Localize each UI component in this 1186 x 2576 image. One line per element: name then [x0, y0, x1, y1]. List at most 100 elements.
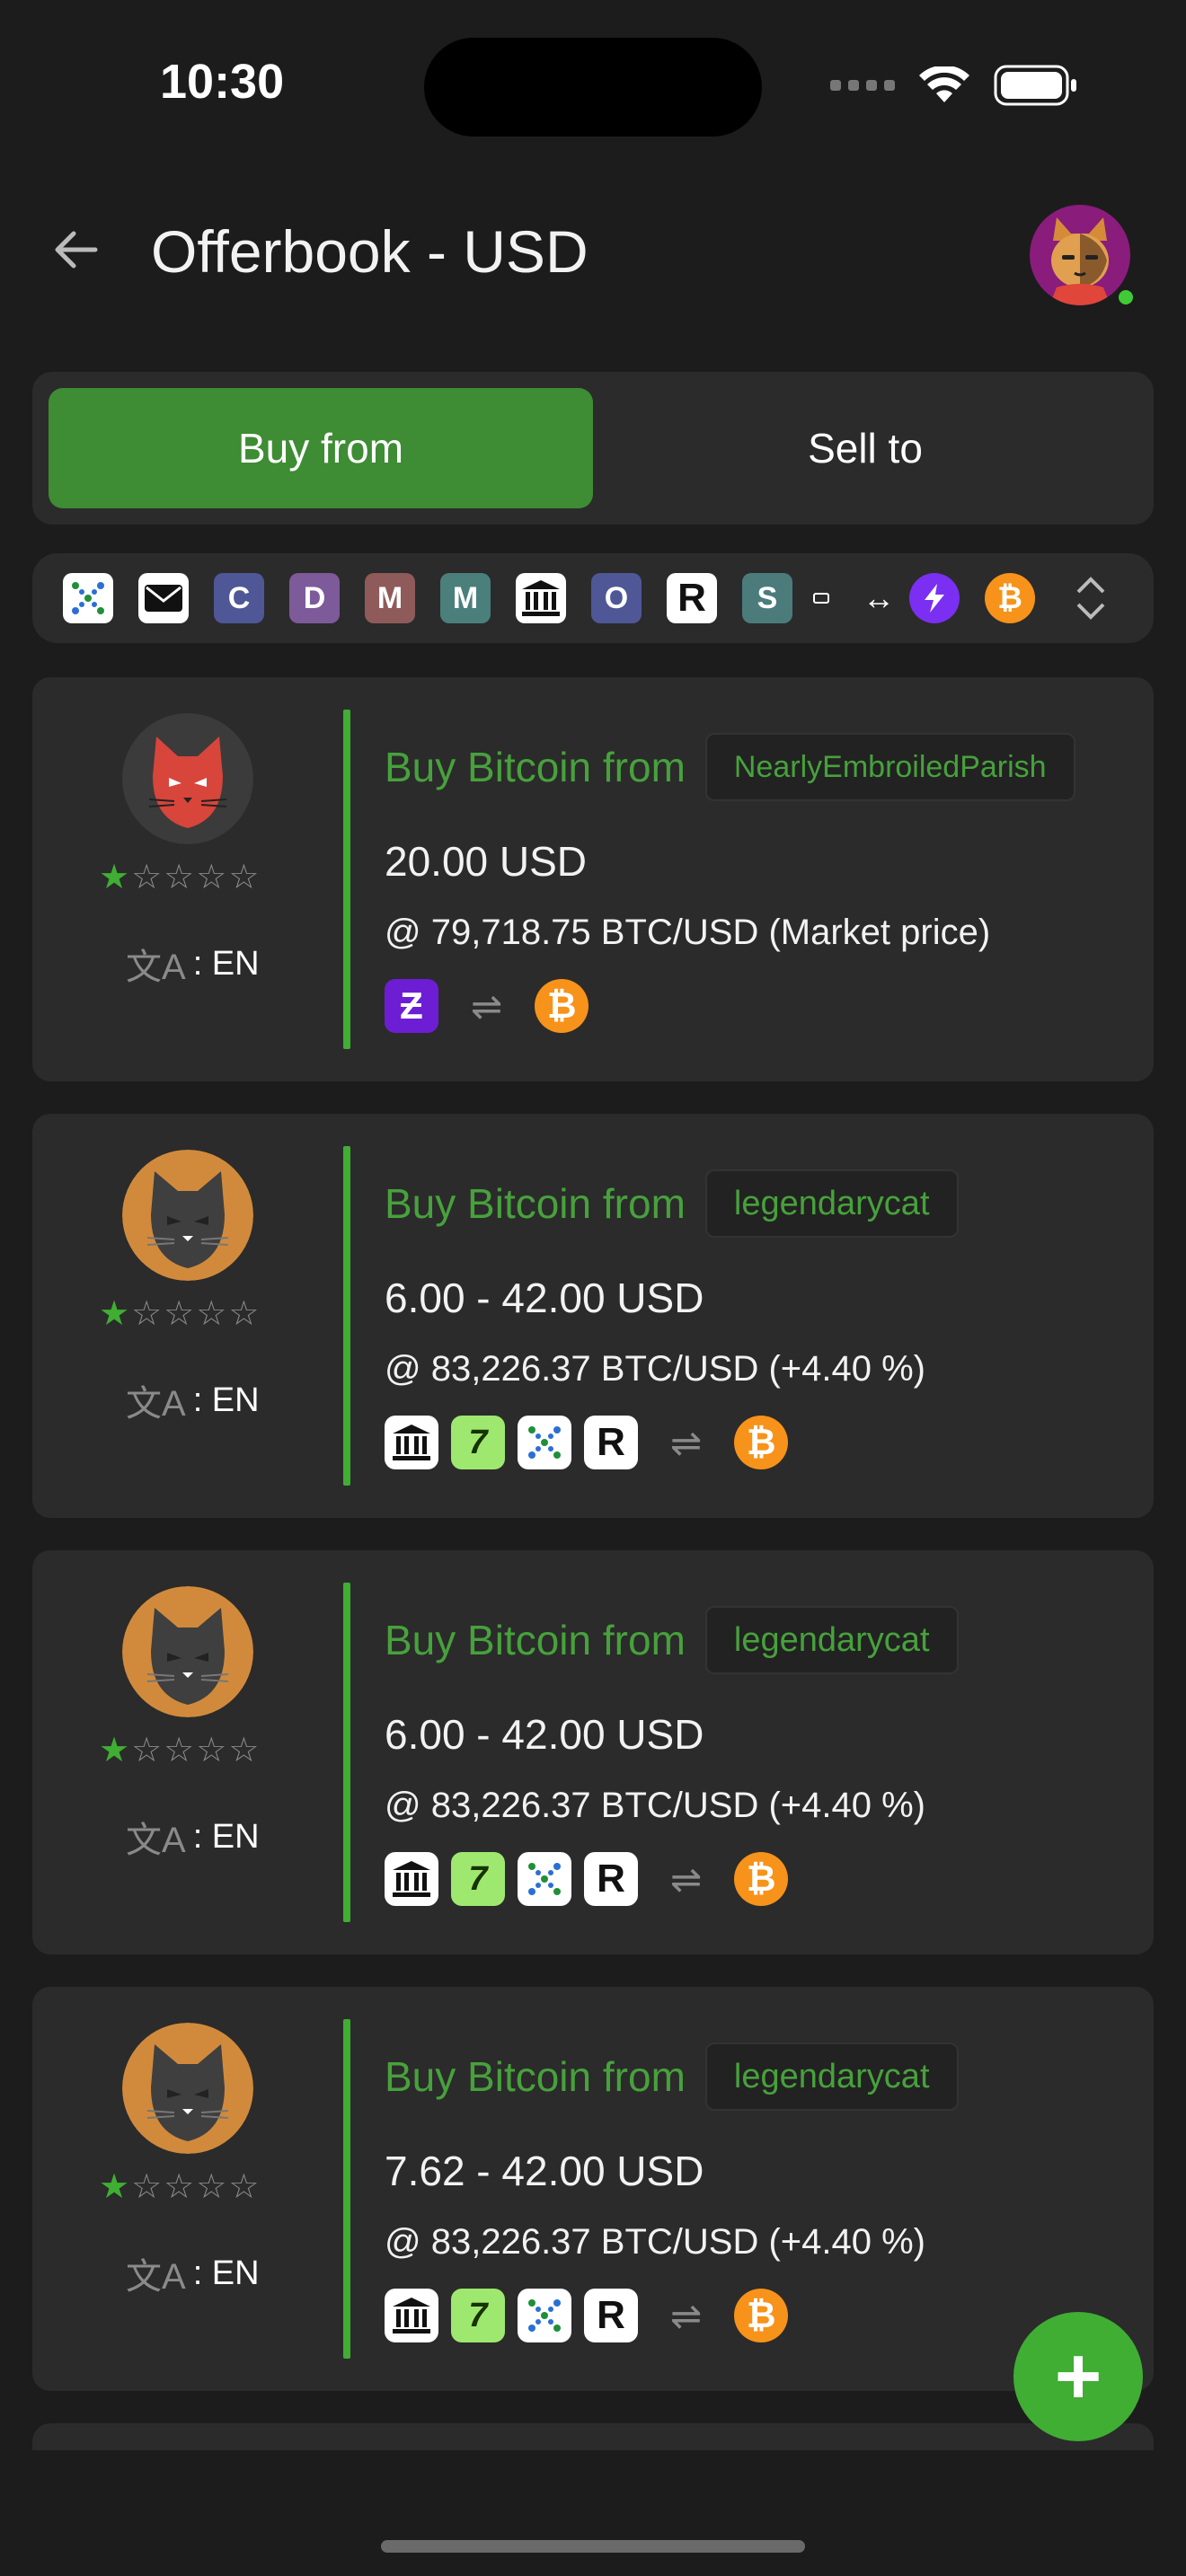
- rating-stars: ★ ☆ ☆ ☆ ☆: [99, 859, 260, 896]
- offer-methods: Ƶ ⇌ ₿: [385, 979, 589, 1033]
- translate-icon: 文A: [126, 2257, 186, 2297]
- offer-price: @ 83,226.37 BTC/USD (+4.40 %): [385, 1786, 925, 1825]
- bank-icon: [385, 1416, 438, 1469]
- back-arrow-icon[interactable]: [50, 225, 101, 275]
- maker-username-badge[interactable]: legendarycat: [704, 1606, 959, 1674]
- offer-card[interactable]: ★ ☆ ☆ ☆ ☆ 文A : EN Buy Bitcoin from NearlyEmb…: [32, 677, 1154, 1081]
- revolut-icon[interactable]: R: [667, 573, 717, 623]
- offer-card-partial: [32, 2423, 1154, 2450]
- strike-icon: [518, 1852, 571, 1906]
- swap-icon: ⇌: [670, 1857, 703, 1901]
- wifi-icon: [919, 66, 969, 102]
- swap-icon: ⇌: [670, 2294, 703, 2337]
- wise-icon: 7: [451, 1852, 505, 1906]
- red-cat-avatar: [122, 713, 253, 844]
- revolut-icon: R: [584, 2289, 638, 2342]
- offer-price: @ 83,226.37 BTC/USD (+4.40 %): [385, 1349, 925, 1389]
- status-bar: 10:30: [0, 0, 1186, 171]
- bitcoin-icon[interactable]: ₿: [985, 573, 1035, 623]
- offer-divider: [343, 1583, 350, 1922]
- buy-sell-toggle: Buy from Sell to: [32, 372, 1154, 525]
- offer-amount: 7.62 - 42.00 USD: [385, 2148, 704, 2194]
- dynamic-island: [424, 38, 762, 137]
- strike-icon: [518, 2289, 571, 2342]
- offer-price: @ 79,718.75 BTC/USD (Market price): [385, 913, 991, 952]
- bank-icon: [385, 1852, 438, 1906]
- language-code: : EN: [192, 1817, 260, 1856]
- c-letter-icon[interactable]: C: [214, 573, 264, 623]
- bitcoin-icon: ₿: [734, 2289, 789, 2342]
- bitcoin-icon: ₿: [734, 1852, 789, 1906]
- offer-card[interactable]: ★ ☆ ☆ ☆ ☆ 文A : EN Buy Bitcoin from legendary…: [32, 1114, 1154, 1518]
- offer-amount: 20.00 USD: [385, 838, 588, 885]
- bank-icon[interactable]: [516, 573, 566, 623]
- maker-username-badge[interactable]: NearlyEmbroiledParish: [704, 733, 1075, 801]
- offer-action-label: Buy Bitcoin from: [385, 2053, 686, 2100]
- page-title: Offerbook - USD: [151, 218, 589, 285]
- wise-icon: 7: [451, 2289, 505, 2342]
- add-offer-button[interactable]: +: [1013, 2312, 1143, 2441]
- sell-to-tab[interactable]: Sell to: [593, 388, 1137, 508]
- translate-icon: 文A: [126, 948, 186, 987]
- revolut-icon: R: [584, 1852, 638, 1906]
- language-indicator: 文A : EN: [126, 1374, 260, 1426]
- user-avatar[interactable]: [1030, 205, 1130, 305]
- s-letter-icon[interactable]: S: [742, 573, 792, 623]
- plus-icon: +: [1054, 2331, 1102, 2422]
- offer-card[interactable]: ★ ☆ ☆ ☆ ☆ 文A : EN Buy Bitcoin from legendary…: [32, 1550, 1154, 1954]
- status-icons: [830, 65, 1078, 106]
- offer-card[interactable]: ★ ☆ ☆ ☆ ☆ 文A : EN Buy Bitcoin from legendary…: [32, 1987, 1154, 2391]
- lightning-icon[interactable]: [909, 573, 960, 623]
- d-letter-icon[interactable]: D: [289, 573, 340, 623]
- language-code: : EN: [192, 2254, 260, 2292]
- swap-arrows-icon: ↔: [863, 579, 895, 616]
- revolut-icon: R: [584, 1416, 638, 1469]
- top-app-bar: Offerbook - USD: [0, 198, 1186, 314]
- language-indicator: 文A : EN: [126, 2247, 260, 2299]
- offer-action-label: Buy Bitcoin from: [385, 1617, 686, 1663]
- swap-icon: ⇌: [670, 1421, 703, 1464]
- m-letter-icon[interactable]: M: [365, 573, 415, 623]
- swap-icon: ⇌: [471, 984, 503, 1028]
- bank-icon: [385, 2289, 438, 2342]
- status-time: 10:30: [160, 55, 285, 109]
- maker-username-badge[interactable]: legendarycat: [704, 1169, 959, 1238]
- offer-methods: 7 R ⇌ ₿: [385, 1852, 789, 1906]
- strike-icon: [518, 1416, 571, 1469]
- bitcoin-icon: ₿: [734, 1416, 789, 1469]
- offer-amount: 6.00 - 42.00 USD: [385, 1711, 704, 1758]
- small-payment-icon[interactable]: [805, 573, 837, 623]
- mail-icon[interactable]: [138, 573, 189, 623]
- offer-amount: 6.00 - 42.00 USD: [385, 1275, 704, 1321]
- grey-cat-avatar: [122, 1150, 253, 1281]
- rating-stars: ★ ☆ ☆ ☆ ☆: [99, 1732, 260, 1769]
- signal-icon: [830, 80, 895, 91]
- wise-icon: 7: [451, 1416, 505, 1469]
- bitcoin-icon: ₿: [535, 979, 589, 1033]
- zelle-icon: Ƶ: [385, 979, 438, 1033]
- strike-icon[interactable]: [63, 573, 113, 623]
- grey-cat-avatar: [122, 2023, 253, 2154]
- offer-divider: [343, 710, 350, 1049]
- offer-action-label: Buy Bitcoin from: [385, 1180, 686, 1227]
- payment-filter-bar[interactable]: C D M M O R S ↔ ₿: [32, 553, 1154, 643]
- translate-icon: 文A: [126, 1384, 186, 1424]
- language-indicator: 文A : EN: [126, 1811, 260, 1863]
- o-letter-icon[interactable]: O: [591, 573, 642, 623]
- maker-username-badge[interactable]: legendarycat: [704, 2042, 959, 2111]
- translate-icon: 文A: [126, 1821, 186, 1860]
- home-indicator[interactable]: [381, 2540, 805, 2553]
- sort-chevrons-icon[interactable]: [1066, 573, 1116, 623]
- language-code: : EN: [192, 944, 260, 983]
- buy-from-tab[interactable]: Buy from: [49, 388, 593, 508]
- online-indicator: [1116, 287, 1136, 307]
- battery-icon: [994, 65, 1076, 106]
- rating-stars: ★ ☆ ☆ ☆ ☆: [99, 1295, 260, 1333]
- language-indicator: 文A : EN: [126, 938, 260, 990]
- rating-stars: ★ ☆ ☆ ☆ ☆: [99, 2168, 260, 2206]
- offer-methods: 7 R ⇌ ₿: [385, 1416, 789, 1469]
- m-letter-icon-2[interactable]: M: [440, 573, 491, 623]
- grey-cat-avatar: [122, 1586, 253, 1717]
- language-code: : EN: [192, 1381, 260, 1419]
- offer-action-label: Buy Bitcoin from: [385, 744, 686, 790]
